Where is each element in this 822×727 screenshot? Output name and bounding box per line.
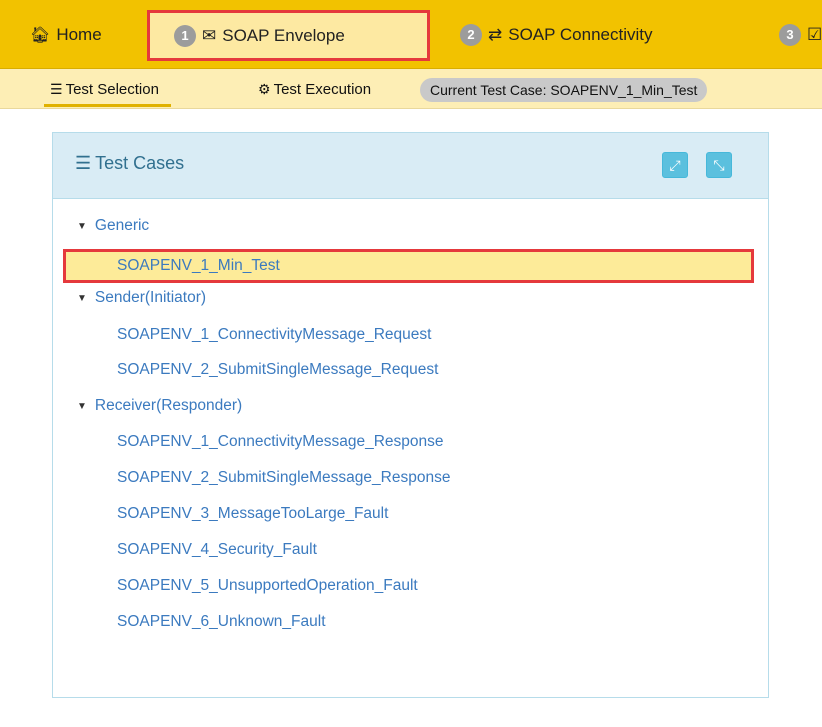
caret-down-icon: ▼ bbox=[77, 292, 87, 304]
top-nav: 🏠︎ Home 1 ✉ SOAP Envelope 2 ⇄ SOAP Conne… bbox=[0, 0, 822, 69]
tree-group-generic[interactable]: ▼ Generic bbox=[77, 217, 149, 235]
list-icon: ☰ bbox=[50, 80, 63, 97]
tab-soap-envelope-label: SOAP Envelope bbox=[222, 25, 345, 45]
caret-down-icon: ▼ bbox=[77, 220, 87, 232]
panel-title-text: Test Cases bbox=[95, 153, 185, 173]
tab-home[interactable]: 🏠︎ Home bbox=[30, 0, 102, 69]
caret-down-icon: ▼ bbox=[77, 400, 87, 412]
tab-soap-connectivity[interactable]: 2 ⇄ SOAP Connectivity bbox=[460, 0, 653, 69]
current-test-case-badge: Current Test Case: SOAPENV_1_Min_Test bbox=[420, 78, 708, 102]
collapse-all-button[interactable]: ⤡ bbox=[706, 152, 732, 178]
tree-group-label: Receiver(Responder) bbox=[94, 397, 243, 414]
tree-item[interactable]: SOAPENV_2_SubmitSingleMessage_Request bbox=[117, 361, 438, 379]
tree-item[interactable]: SOAPENV_1_ConnectivityMessage_Response bbox=[117, 433, 444, 451]
tab-soap-envelope[interactable]: 1 ✉ SOAP Envelope bbox=[147, 10, 430, 61]
tree-item[interactable]: SOAPENV_6_Unknown_Fault bbox=[117, 613, 326, 631]
tree-group-receiver[interactable]: ▼ Receiver(Responder) bbox=[77, 397, 242, 415]
exchange-icon: ⇄ bbox=[488, 24, 503, 44]
step-badge: 1 bbox=[174, 24, 196, 47]
tab-step-3[interactable]: 3 ☑ bbox=[779, 0, 822, 69]
panel-title: ☰ Test Cases bbox=[75, 153, 184, 174]
tree-group-sender[interactable]: ▼ Sender(Initiator) bbox=[77, 289, 206, 307]
checkbox-icon: ☑ bbox=[807, 24, 822, 44]
tree-item[interactable]: SOAPENV_3_MessageTooLarge_Fault bbox=[117, 505, 388, 523]
collapse-icon: ⤡ bbox=[713, 157, 725, 173]
step-badge: 2 bbox=[460, 23, 482, 46]
tree-item[interactable]: SOAPENV_2_SubmitSingleMessage_Response bbox=[117, 469, 450, 487]
expand-icon: ⤢ bbox=[669, 157, 681, 173]
tab-soap-connectivity-label: SOAP Connectivity bbox=[508, 24, 653, 44]
expand-all-button[interactable]: ⤢ bbox=[662, 152, 688, 178]
list-icon: ☰ bbox=[75, 153, 92, 173]
tab-test-execution-label: Test Execution bbox=[273, 80, 372, 98]
cogs-icon: ⚙ bbox=[258, 80, 271, 97]
envelope-icon: ✉ bbox=[202, 25, 217, 45]
tree-item[interactable]: SOAPENV_1_ConnectivityMessage_Request bbox=[117, 326, 431, 344]
active-tab-underline bbox=[44, 104, 171, 107]
tab-test-execution[interactable]: ⚙ Test Execution bbox=[258, 69, 371, 109]
tree-group-label: Sender(Initiator) bbox=[94, 289, 207, 306]
tab-test-selection[interactable]: ☰ Test Selection bbox=[44, 69, 171, 109]
step-badge: 3 bbox=[779, 23, 801, 46]
home-icon: 🏠︎ bbox=[30, 26, 51, 44]
test-cases-panel: ☰ Test Cases ⤢ ⤡ ▼ Generic SOAPENV_1_Min… bbox=[52, 132, 769, 698]
tree-item[interactable]: SOAPENV_5_UnsupportedOperation_Fault bbox=[117, 577, 418, 595]
tree-item-selected[interactable]: SOAPENV_1_Min_Test bbox=[63, 249, 754, 283]
panel-heading: ☰ Test Cases ⤢ ⤡ bbox=[53, 133, 768, 199]
tab-test-selection-label: Test Selection bbox=[65, 80, 159, 98]
tree-group-label: Generic bbox=[94, 217, 150, 234]
tab-home-label: Home bbox=[56, 24, 102, 44]
tree-item[interactable]: SOAPENV_4_Security_Fault bbox=[117, 541, 317, 559]
sub-nav: ☰ Test Selection ⚙ Test Execution Curren… bbox=[0, 69, 822, 109]
